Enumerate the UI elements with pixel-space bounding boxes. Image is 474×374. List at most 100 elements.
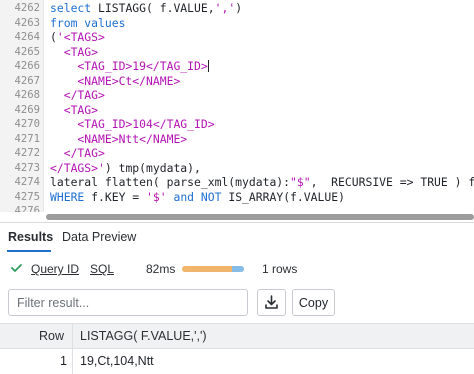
line-number: 4271 [14, 132, 40, 145]
code-token: f.KEY = [84, 189, 147, 204]
table-row[interactable]: 1 19,Ct,104,Ntt [0, 349, 474, 374]
line-number: 4266 [14, 60, 40, 72]
tab-data-preview[interactable]: Data Preview [62, 230, 136, 244]
code-text: lateral flatten( parse_xml(mydata):"$", … [50, 175, 474, 190]
copy-button[interactable]: Copy [292, 289, 335, 316]
code-token: , RECURSIVE => TRUE ) f [310, 175, 474, 189]
code-line[interactable]: 4272 </TAG> [0, 146, 474, 161]
code-token: ( [50, 30, 57, 44]
duration-bar-execute [231, 266, 244, 272]
code-line[interactable]: 4263 from values [0, 16, 474, 31]
code-token: lateral flatten( parse_xml(mydata): [50, 175, 291, 189]
code-token: LISTAGG( f.VALUE, [91, 1, 215, 15]
code-line[interactable]: 4275 WHERE f.KEY = '$' and NOT IS_ARRAY(f… [0, 190, 474, 205]
code-line[interactable]: 4267 <NAME>Ct</NAME> [0, 74, 474, 89]
line-number: 4268 [14, 89, 40, 101]
line-number: 4274 [14, 176, 40, 188]
editor-scrollbar-thumb[interactable] [46, 214, 474, 220]
code-text: <TAG_ID>19</TAG_ID> [50, 59, 209, 74]
code-line[interactable]: 4274 lateral flatten( parse_xml(mydata):"… [0, 175, 474, 190]
string-literal: <TAG> [50, 102, 99, 117]
code-text: <TAG_ID>104</TAG_ID> [50, 117, 215, 132]
line-number: 4276 [14, 205, 40, 212]
code-line[interactable]: 4265 <TAG> [0, 45, 474, 60]
line-number: 4263 [14, 16, 40, 29]
duration-bar-compile [182, 266, 232, 272]
sql-editor[interactable]: 4262 select LISTAGG( f.VALUE,',') 4263 from… [0, 0, 474, 212]
column-header-listagg[interactable]: LISTAGG( F.VALUE,',') [80, 324, 207, 348]
results-grid-header: Row LISTAGG( F.VALUE,',') [0, 323, 474, 349]
column-divider[interactable] [72, 324, 73, 348]
code-line[interactable]: 4266 <TAG_ID>19</TAG_ID> [0, 59, 474, 74]
filter-result-input[interactable] [8, 289, 248, 316]
code-line[interactable]: 4264 ('<TAGS> [0, 30, 474, 45]
download-icon [265, 295, 278, 309]
line-number: 4265 [14, 45, 40, 58]
result-cell[interactable]: 19,Ct,104,Ntt [80, 349, 154, 374]
code-text: </TAG> [50, 146, 105, 161]
string-literal: </TAG> [50, 146, 105, 160]
code-line[interactable]: 4270 <TAG_ID>104</TAG_ID> [0, 117, 474, 132]
line-number: 4275 [14, 190, 40, 203]
code-line[interactable]: 4271 <NAME>Ntt</NAME> [0, 132, 474, 147]
line-number: 4269 [14, 103, 40, 116]
string-literal: <TAG> [50, 44, 99, 59]
code-text: </TAGS>') tmp(mydata), [50, 161, 201, 176]
code-text: <TAG> [50, 45, 98, 60]
code-token: ) tmp(mydata), [104, 160, 201, 175]
line-number: 4264 [14, 31, 40, 43]
column-divider [72, 349, 73, 374]
string-literal: '$' [146, 189, 167, 204]
tab-results[interactable]: Results [8, 230, 53, 244]
code-text: WHERE f.KEY = '$' and NOT IS_ARRAY(f.VAL… [50, 190, 345, 205]
code-text: from values [50, 16, 125, 31]
string-literal: '<TAGS> [56, 30, 105, 44]
string-literal: <TAG_ID>104</TAG_ID> [50, 117, 215, 131]
code-token: ) [235, 1, 243, 15]
results-tabs: Results Data Preview [0, 223, 474, 253]
code-text: ('<TAGS> [50, 30, 105, 45]
string-literal: <TAG_ID>19</TAG_ID> [50, 59, 208, 73]
code-text: <NAME>Ct</NAME> [50, 74, 180, 89]
row-number-cell: 1 [60, 354, 67, 368]
line-number: 4262 [14, 2, 40, 14]
code-text: <NAME>Ntt</NAME> [50, 132, 187, 147]
line-number: 4273 [14, 161, 40, 174]
line-number: 4267 [14, 74, 40, 87]
active-tab-indicator [7, 250, 51, 252]
sql-keyword: WHERE [50, 189, 85, 204]
code-line[interactable]: 4268 </TAG> [0, 88, 474, 103]
download-button[interactable] [257, 289, 286, 316]
sql-link[interactable]: SQL [90, 262, 114, 276]
code-text: select LISTAGG( f.VALUE,',') [50, 1, 242, 16]
sql-keyword: NOT [200, 189, 222, 204]
text-cursor [207, 60, 209, 72]
sql-keyword: select [50, 1, 92, 15]
code-line[interactable]: 4269 <TAG> [0, 103, 474, 118]
line-number: 4270 [14, 118, 40, 130]
string-literal: </TAGS>' [50, 160, 105, 175]
query-duration: 82ms [146, 262, 176, 276]
code-text: </TAG> [50, 88, 105, 103]
string-literal: ',' [214, 1, 236, 15]
duration-bar [182, 266, 244, 272]
sql-keyword: from [50, 15, 78, 30]
line-number: 4272 [14, 147, 40, 159]
code-line[interactable]: 4262 select LISTAGG( f.VALUE,',') [0, 1, 474, 16]
string-literal: </TAG> [50, 88, 105, 102]
string-literal: "$" [290, 175, 311, 189]
query-id-link[interactable]: Query ID [31, 262, 79, 276]
code-text: <TAG> [50, 103, 98, 118]
sql-keyword: and [173, 189, 195, 204]
success-check-icon [11, 264, 22, 272]
row-number-header: Row [38, 329, 64, 343]
sql-keyword: values [84, 15, 126, 30]
code-line[interactable]: 4273 </TAGS>') tmp(mydata), [0, 161, 474, 176]
row-count: 1 rows [262, 262, 298, 276]
query-status-bar: Query ID SQL 82ms 1 rows [0, 258, 474, 280]
code-token: IS_ARRAY(f.VALUE) [221, 189, 345, 204]
string-literal: <NAME>Ntt</NAME> [50, 131, 188, 146]
string-literal: <NAME>Ct</NAME> [50, 73, 181, 88]
code-line[interactable]: 4276 [0, 204, 474, 212]
